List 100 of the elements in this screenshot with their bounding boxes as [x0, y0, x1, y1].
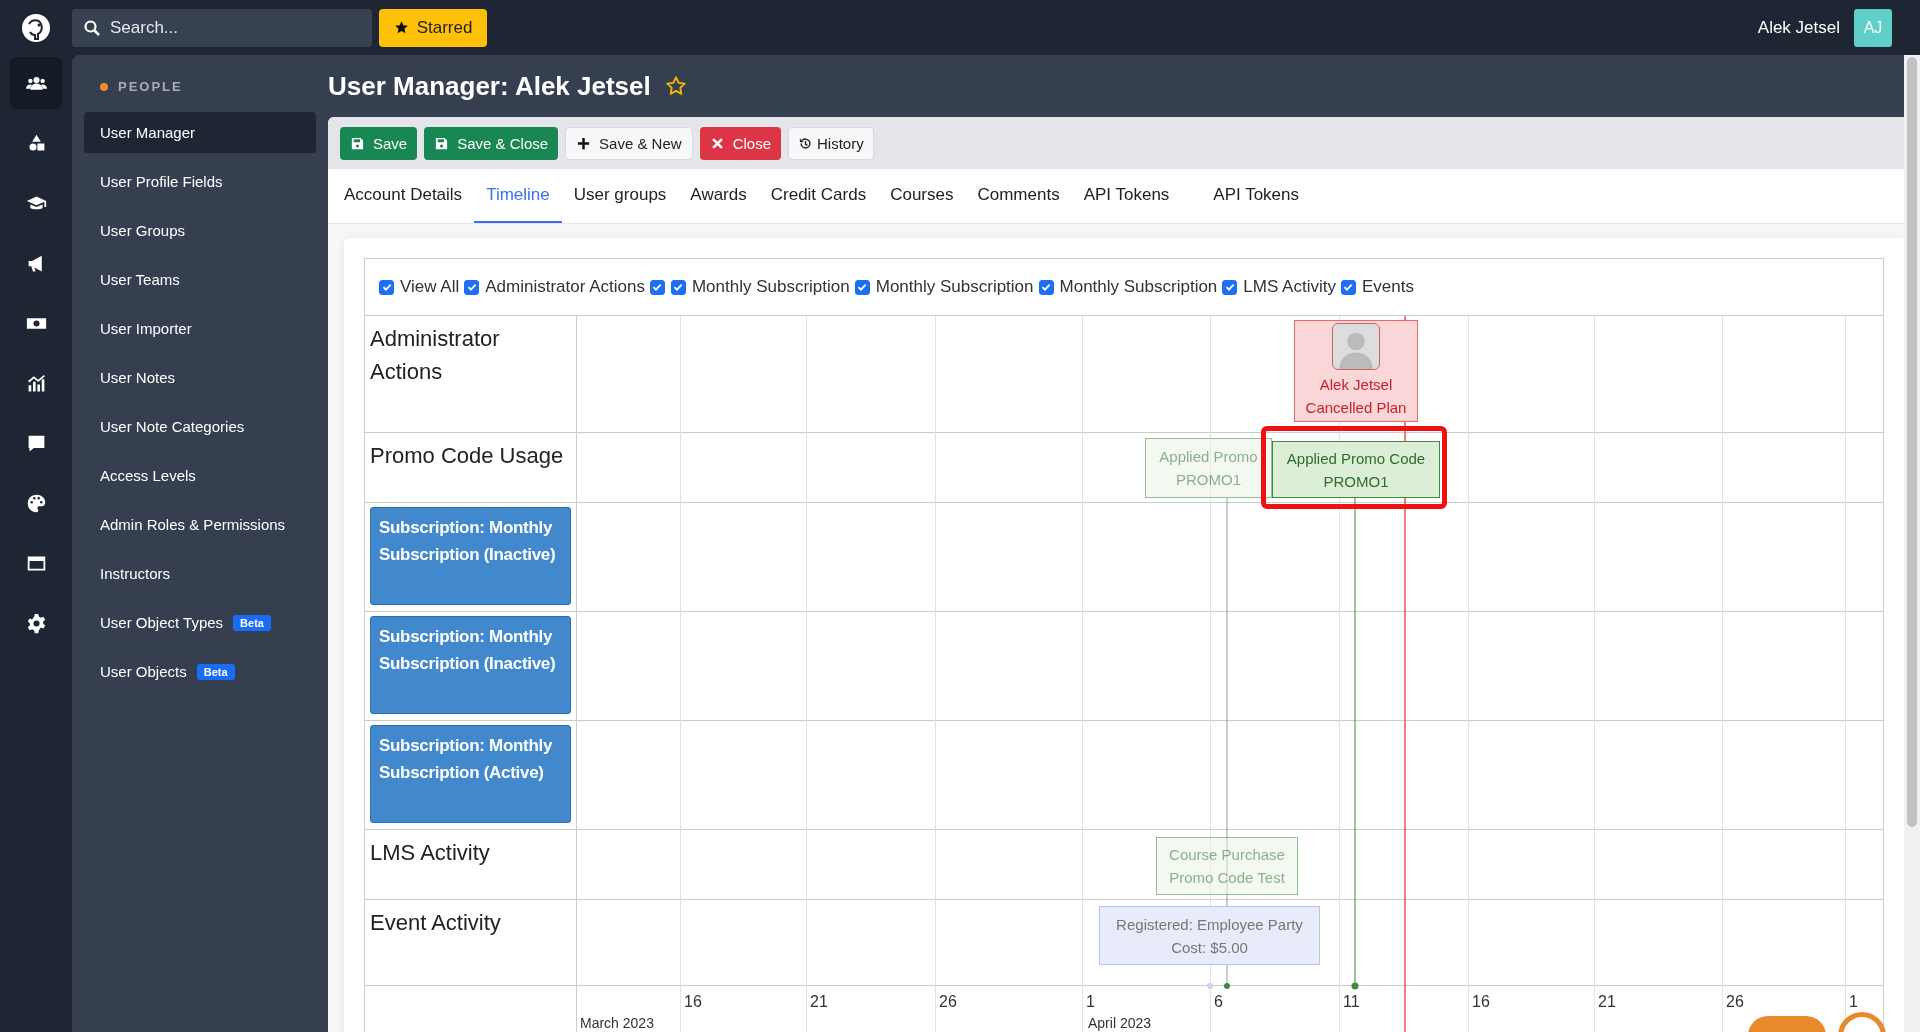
- checkbox[interactable]: [1222, 279, 1238, 295]
- sidebar-item[interactable]: User Manager: [84, 112, 316, 153]
- tab[interactable]: API Tokens: [1201, 169, 1312, 223]
- row-label: Event Activity: [370, 909, 502, 937]
- star-icon: [393, 20, 409, 35]
- checkbox-label[interactable]: Monthly Subscription: [1059, 277, 1218, 297]
- event-card[interactable]: Applied Promo Code PROMO1: [1272, 441, 1440, 498]
- row-label: Promo Code Usage: [370, 442, 565, 470]
- checkbox[interactable]: [670, 279, 686, 295]
- event-subtitle: PROMO1: [1175, 470, 1242, 490]
- sidebar-item[interactable]: User Profile Fields: [84, 161, 223, 202]
- checkmark-icon: [465, 281, 478, 293]
- subscription-label[interactable]: Subscription: Monthly Subscription (Inactive): [370, 507, 571, 605]
- sidebar-item[interactable]: User Teams: [84, 259, 180, 300]
- checkbox-label[interactable]: Monthly Subscription: [691, 277, 850, 297]
- sidebar-item[interactable]: User Note Categories: [84, 406, 245, 447]
- event-title: Registered: Employee Party: [1115, 914, 1304, 935]
- beta-badge: Beta: [233, 614, 271, 631]
- axis-tick-label: 26: [939, 993, 957, 1011]
- checkbox[interactable]: [464, 279, 480, 295]
- save-icon: [350, 135, 365, 151]
- sidebar-item[interactable]: Access Levels: [84, 455, 196, 496]
- palette-icon: [25, 492, 47, 514]
- search-icon: [84, 19, 100, 36]
- checkbox[interactable]: [1340, 279, 1356, 295]
- sidebar-item[interactable]: Admin Roles & Permissions: [84, 504, 286, 545]
- checkbox[interactable]: [379, 279, 394, 295]
- tab[interactable]: API Tokens: [1071, 169, 1182, 223]
- checkmark-icon: [672, 281, 685, 293]
- event-subtitle: PROMO1: [1322, 471, 1390, 492]
- checkbox-label[interactable]: Events: [1361, 277, 1414, 297]
- tab[interactable]: Awards: [678, 169, 759, 223]
- save-button[interactable]: Save: [340, 126, 418, 160]
- axis-month-label: April 2023: [1088, 1015, 1152, 1031]
- close-button[interactable]: Close: [699, 126, 781, 160]
- event-title: Applied Promo: [1158, 447, 1259, 467]
- axis-tick-label: 1: [1086, 993, 1095, 1011]
- tab[interactable]: Credit Cards: [758, 169, 879, 223]
- tab[interactable]: Timeline: [474, 169, 562, 223]
- section-dot-icon: [100, 82, 108, 91]
- scrollbar[interactable]: [1904, 55, 1920, 1032]
- section-heading: PEOPLE: [118, 79, 183, 94]
- axis-tick-label: 21: [1598, 993, 1616, 1011]
- event-card[interactable]: Alek Jetsel Cancelled Plan: [1294, 320, 1418, 422]
- search-field[interactable]: Search...: [72, 8, 372, 47]
- event-card[interactable]: Registered: Employee Party Cost: $5.00: [1099, 906, 1320, 965]
- rail-button[interactable]: [10, 57, 62, 109]
- subscription-label[interactable]: Subscription: Monthly Subscription (Inactive): [370, 616, 571, 714]
- axis-tick-label: 11: [1343, 993, 1360, 1011]
- sidebar-item[interactable]: User Object Types: [84, 602, 224, 643]
- save-button[interactable]: Save & Close: [424, 126, 559, 160]
- page-title: User Manager: Alek Jetsel: [328, 70, 651, 102]
- axis-tick-label: 6: [1214, 993, 1223, 1011]
- history-button[interactable]: History: [788, 126, 874, 160]
- event-marker: [1207, 983, 1213, 989]
- checkmark-icon: [1223, 281, 1236, 293]
- tab[interactable]: User groups: [561, 169, 679, 223]
- new-button[interactable]: Save & New: [565, 126, 693, 160]
- checkbox-label[interactable]: View All: [400, 277, 460, 297]
- axis-tick-label: 1: [1849, 993, 1858, 1011]
- axis-tick-label: 16: [684, 993, 702, 1011]
- axis-tick-label: 26: [1726, 993, 1744, 1011]
- event-subtitle: Cancelled Plan: [1304, 398, 1408, 418]
- axis-month-label: March 2023: [580, 1015, 654, 1031]
- beta-badge: Beta: [196, 663, 235, 680]
- row-label: Administrator Actions: [370, 325, 501, 386]
- axis-tick-label: 21: [810, 993, 828, 1011]
- checkbox[interactable]: [1038, 279, 1054, 295]
- checkbox-label[interactable]: LMS Activity: [1243, 277, 1336, 297]
- avatar-icon: [1332, 323, 1380, 370]
- sidebar-item[interactable]: User Objects: [84, 651, 187, 692]
- plus-icon: [576, 135, 592, 151]
- event-title: Alek Jetsel: [1318, 375, 1394, 395]
- axis-tick-label: 16: [1472, 993, 1490, 1011]
- subscription-label[interactable]: Subscription: Monthly Subscription (Active): [370, 725, 571, 823]
- sidebar-item[interactable]: User Notes: [84, 357, 176, 398]
- checkbox[interactable]: [649, 279, 665, 295]
- row-label: LMS Activity: [370, 839, 491, 867]
- checkmark-icon: [856, 281, 869, 293]
- tab[interactable]: Account Details: [332, 169, 475, 223]
- checkmark-icon: [1342, 281, 1355, 293]
- event-title: Course Purchase: [1168, 845, 1286, 865]
- history-icon: [798, 135, 813, 151]
- save-icon: [434, 135, 450, 151]
- checkbox-label[interactable]: Administrator Actions: [485, 277, 645, 297]
- sidebar-item[interactable]: User Importer: [84, 308, 192, 349]
- bar-chart-icon: [25, 372, 47, 394]
- checkbox[interactable]: [854, 279, 870, 295]
- sidebar-item[interactable]: User Groups: [84, 210, 186, 251]
- checkmark-icon: [380, 281, 393, 293]
- settings-icon: [25, 612, 47, 634]
- tab[interactable]: Comments: [965, 169, 1072, 223]
- starred-button[interactable]: Starred: [379, 8, 487, 47]
- sidebar-item[interactable]: Instructors: [84, 553, 171, 594]
- event-subtitle: Promo Code Test: [1168, 868, 1286, 888]
- checkmark-icon: [651, 281, 664, 293]
- checkbox-label[interactable]: Monthly Subscription: [875, 277, 1034, 297]
- star-icon[interactable]: [664, 75, 687, 97]
- event-title: Applied Promo Code: [1285, 448, 1427, 469]
- tab[interactable]: Courses: [878, 169, 966, 223]
